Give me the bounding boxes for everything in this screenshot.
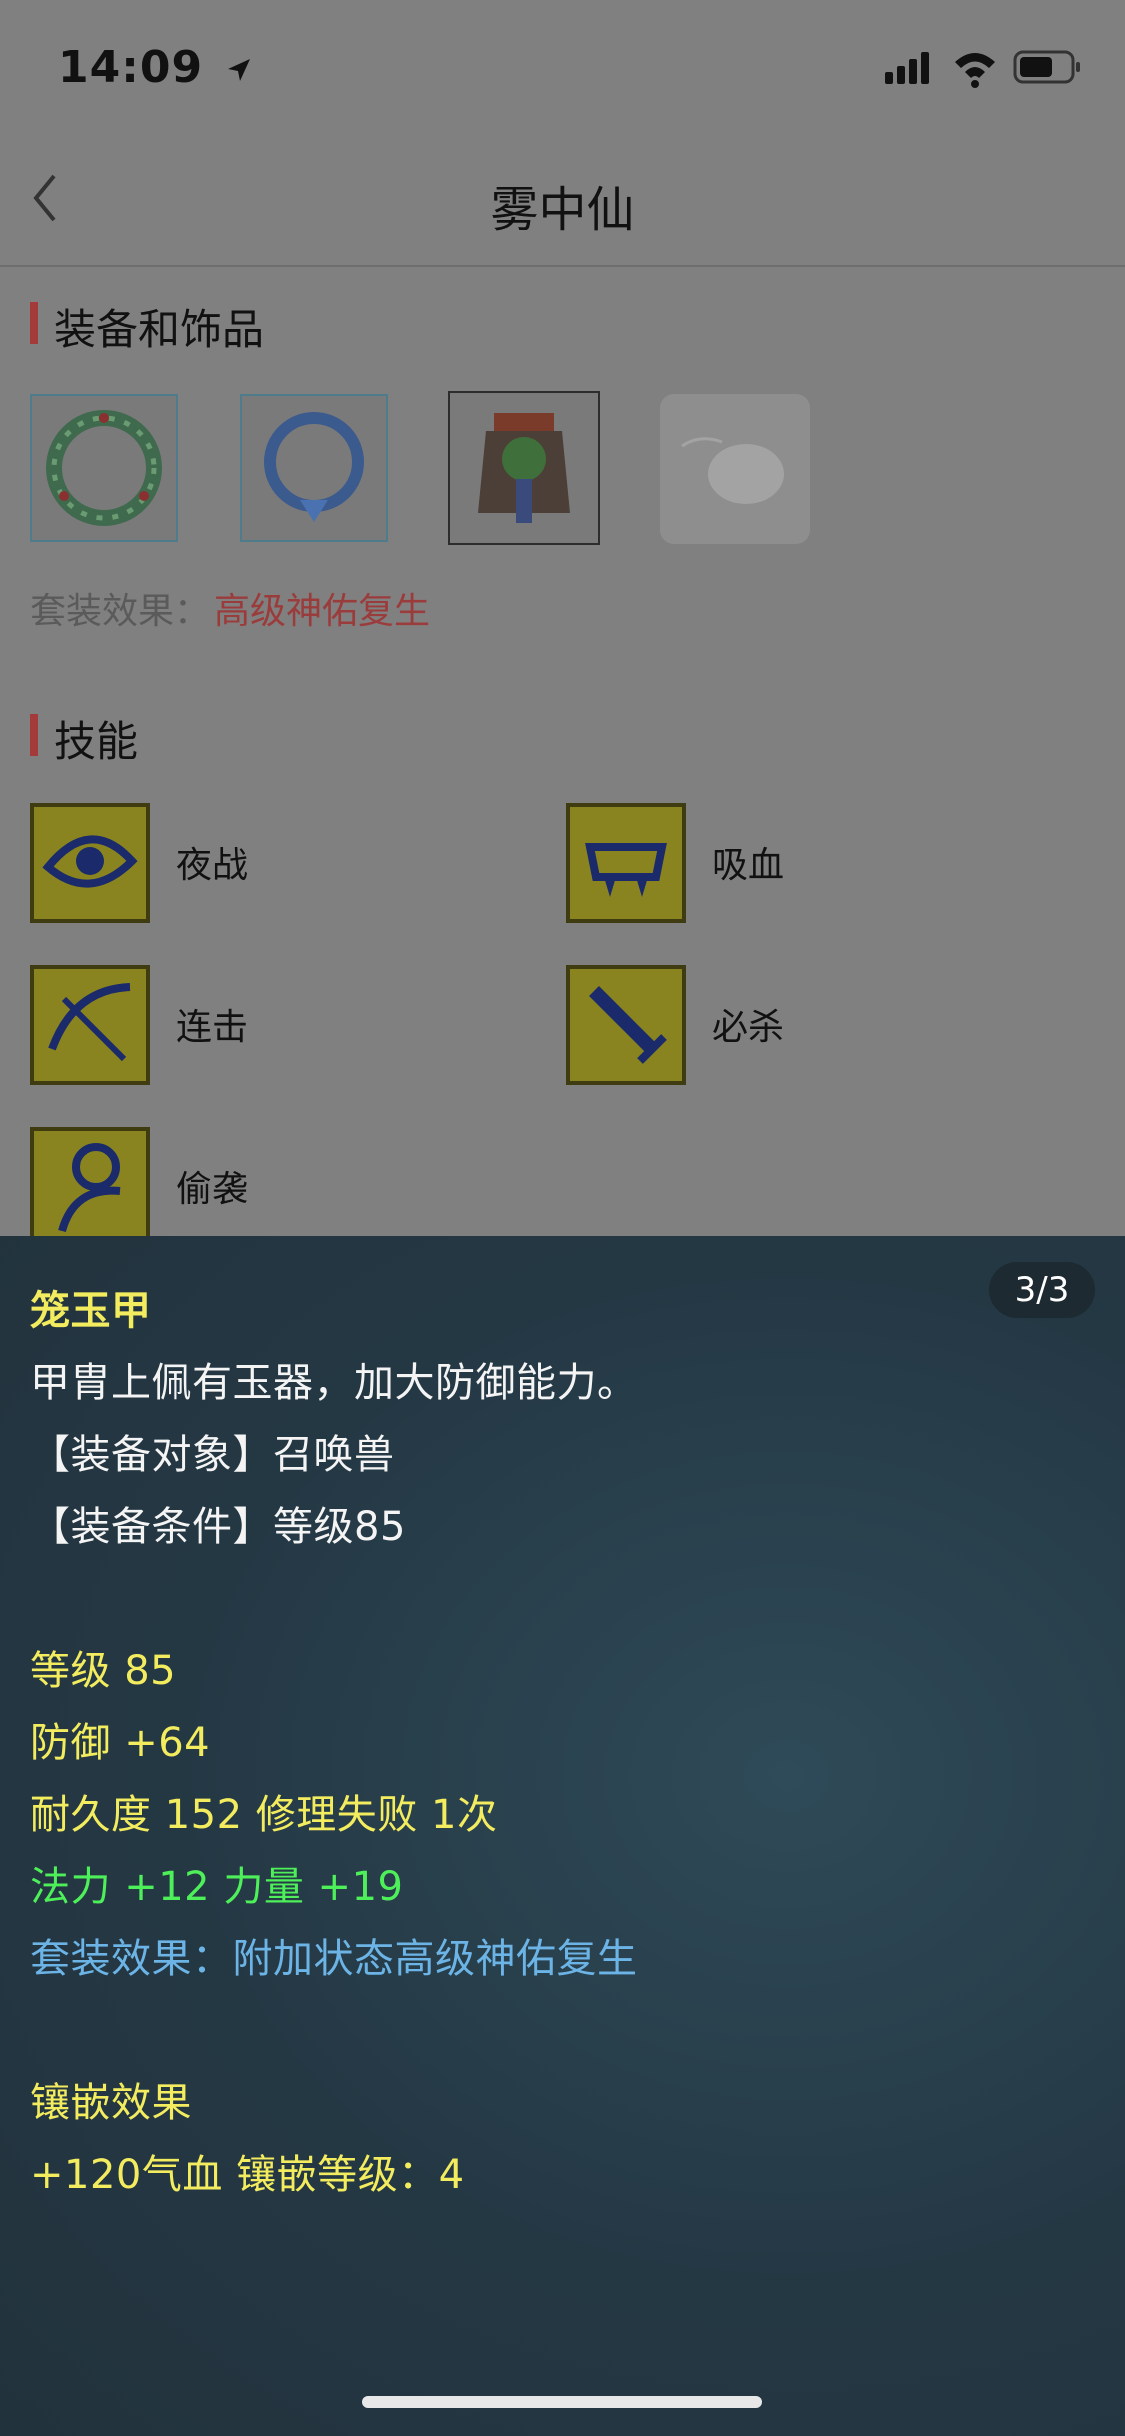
section-title-equipment: 装备和饰品 — [54, 305, 265, 354]
item-defense: 防御 +64 — [30, 1720, 211, 1766]
item-bonus-stats: 法力 +12 力量 +19 — [30, 1864, 404, 1910]
eye-icon — [42, 835, 138, 888]
equipment-slot-ring-blue[interactable] — [240, 394, 388, 542]
equipment-slot-armor-selected[interactable] — [448, 391, 600, 545]
item-detail-panel: 3/3 笼玉甲 甲胄上佩有玉器，加大防御能力。 【装备对象】召唤兽 【装备条件】… — [0, 1236, 1125, 2436]
skill-label: 偷袭 — [176, 1169, 249, 1210]
empty-accessory-placeholder-icon — [681, 437, 784, 504]
fang-icon — [585, 843, 667, 897]
item-durability: 耐久度 152 修理失败 1次 — [30, 1792, 498, 1838]
skill-icon-night-battle[interactable] — [30, 803, 150, 923]
skill-icon-combo[interactable] — [30, 965, 150, 1085]
suit-effect-label: 套装效果： — [30, 591, 211, 632]
suit-effect-value: 高级神佑复生 — [214, 591, 431, 632]
item-condition: 【装备条件】等级85 — [30, 1504, 406, 1550]
inlay-title: 镶嵌效果 — [30, 2080, 192, 2126]
section-accent-bar — [30, 714, 38, 756]
item-description: 甲胄上佩有玉器，加大防御能力。 — [30, 1360, 638, 1406]
page-indicator: 3/3 — [989, 1262, 1095, 1318]
bow-icon — [48, 983, 131, 1062]
jade-armor-icon — [478, 413, 570, 523]
status-icons — [885, 50, 1080, 88]
hooded-figure-icon — [58, 1143, 121, 1233]
equipment-slot-empty[interactable] — [660, 394, 810, 544]
equipment-slot-ring-green[interactable] — [30, 394, 178, 542]
blue-bracelet-icon — [264, 412, 364, 522]
item-name: 笼玉甲 — [30, 1288, 152, 1334]
sword-icon — [589, 986, 667, 1064]
section-accent-bar — [30, 302, 38, 344]
status-time: 14:09 — [58, 42, 253, 93]
skill-label: 吸血 — [712, 845, 785, 886]
skill-icon-critical[interactable] — [566, 965, 686, 1085]
wifi-icon — [955, 53, 995, 88]
page-title: 雾中仙 — [490, 182, 635, 238]
skill-icon-vampire[interactable] — [566, 803, 686, 923]
section-title-skills: 技能 — [54, 717, 139, 766]
item-target: 【装备对象】召唤兽 — [30, 1432, 395, 1478]
skill-icon-sneak-attack[interactable] — [30, 1127, 150, 1247]
battery-icon — [1013, 50, 1080, 84]
item-suit-effect: 套装效果：附加状态高级神佑复生 — [30, 1936, 638, 1982]
jade-ring-icon — [46, 410, 162, 526]
item-level: 等级 85 — [30, 1648, 177, 1694]
skill-label: 必杀 — [712, 1007, 785, 1048]
signal-icon — [885, 52, 929, 84]
skill-label: 夜战 — [176, 845, 249, 886]
location-arrow-icon — [228, 59, 251, 81]
skill-label: 连击 — [176, 1007, 249, 1048]
home-indicator[interactable] — [362, 2396, 762, 2408]
inlay-value: +120气血 镶嵌等级：4 — [30, 2152, 465, 2198]
